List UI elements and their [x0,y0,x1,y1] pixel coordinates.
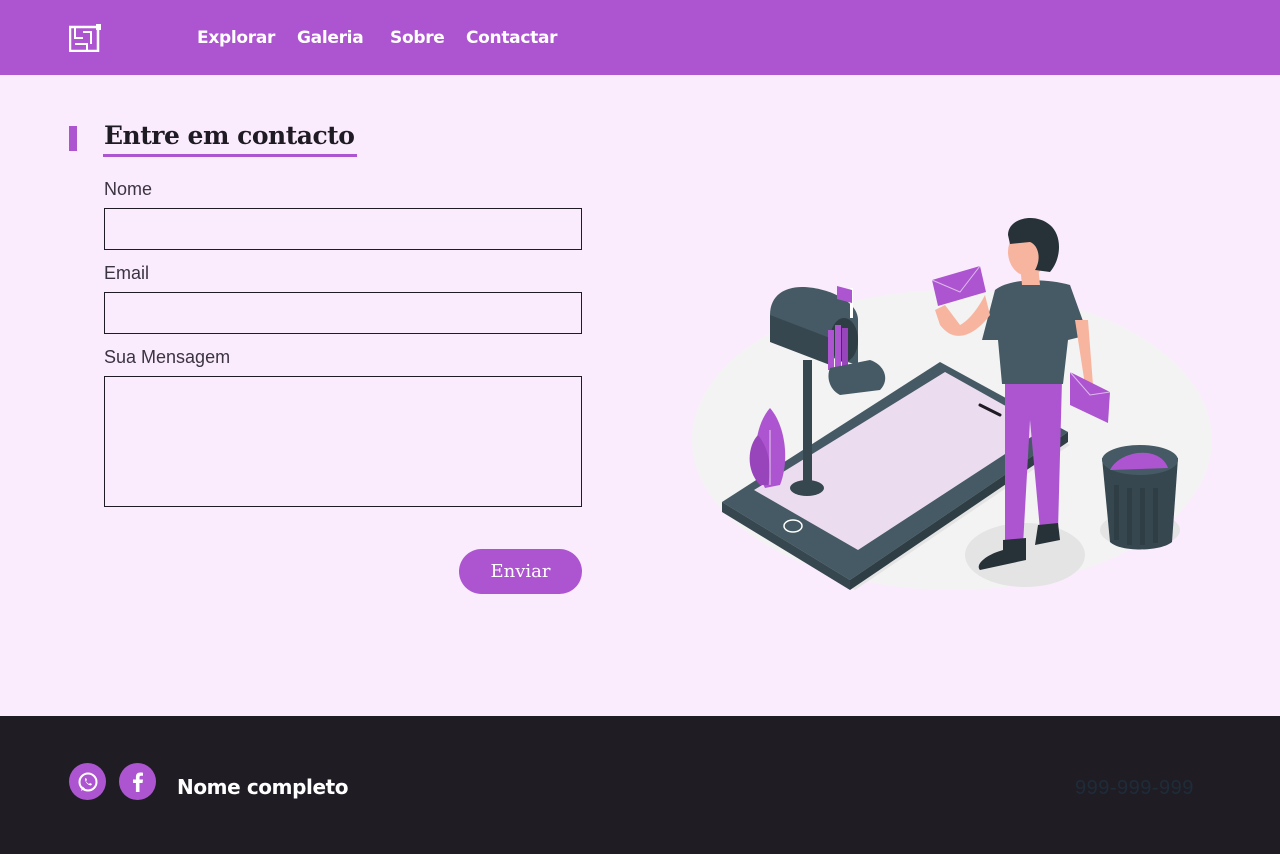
submit-button[interactable]: Enviar [459,549,582,594]
nav-link-explorar[interactable]: Explorar [197,28,275,48]
email-label: Email [104,263,150,283]
nav-link-contactar[interactable]: Contactar [466,28,558,48]
title-underline [103,154,357,157]
message-label: Sua Mensagem [104,347,231,367]
email-field[interactable] [104,292,582,334]
footer-phone: 999-999-999 [1075,777,1194,799]
facebook-icon[interactable] [119,763,156,800]
footer-name: Nome completo [177,775,349,799]
footer: Nome completo 999-999-999 [0,716,1280,854]
nav-link-sobre[interactable]: Sobre [390,28,445,48]
contact-section: Entre em contacto Nome Email Sua Mensage… [0,75,1280,716]
title-accent-bar [69,126,77,151]
floorplan-icon[interactable] [69,24,101,52]
nav-link-galeria[interactable]: Galeria [297,28,364,48]
whatsapp-icon[interactable] [69,763,106,800]
message-field[interactable] [104,376,582,507]
name-label: Nome [104,179,153,199]
page-title: Entre em contacto [104,121,355,150]
mailbox-person-phone-illustration [692,217,1212,590]
navbar: Explorar Galeria Sobre Contactar [0,0,1280,75]
name-field[interactable] [104,208,582,250]
